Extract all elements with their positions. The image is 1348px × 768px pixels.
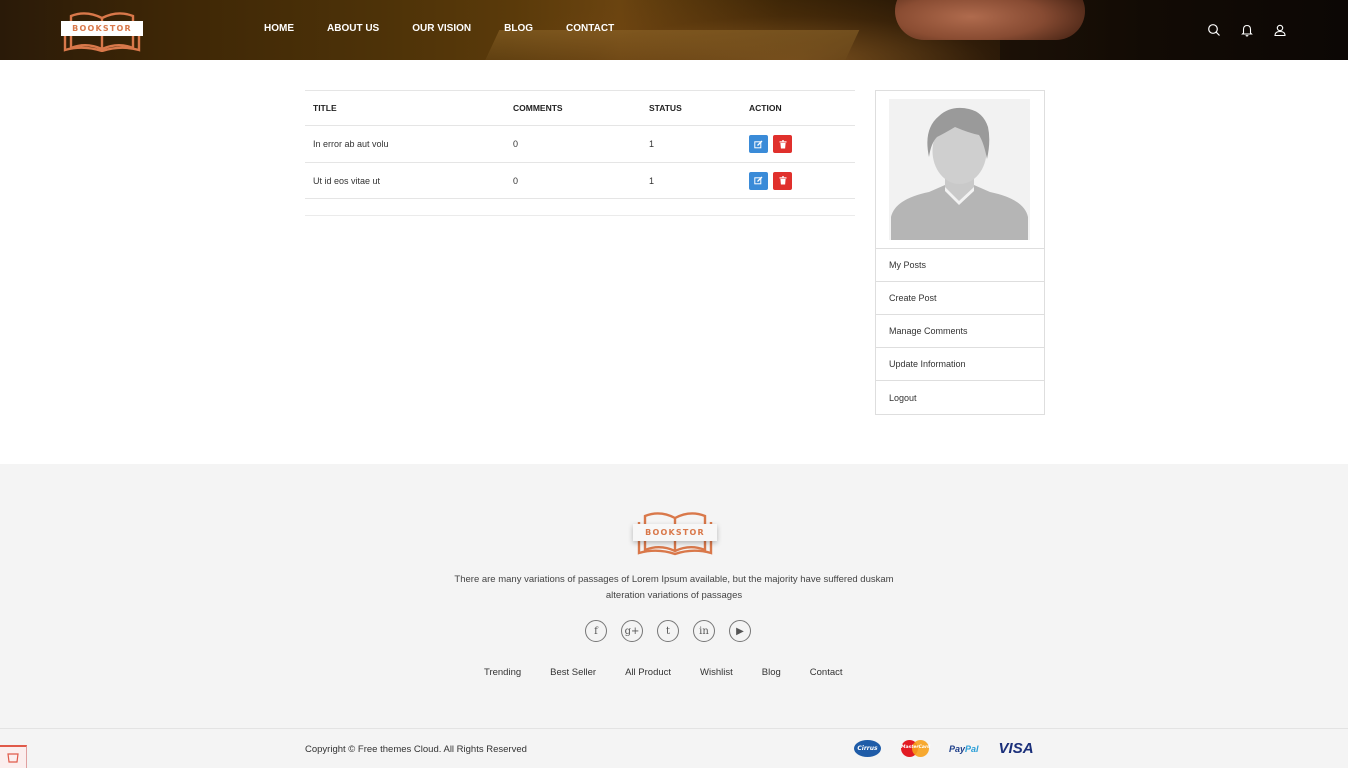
visa-logo: VISA: [998, 740, 1034, 757]
footer-link-all-product[interactable]: All Product: [625, 666, 671, 679]
column-header-status: STATUS: [649, 103, 682, 113]
edit-post-button[interactable]: [749, 135, 768, 153]
post-comments-count: 0: [513, 175, 519, 186]
footer-link-trending[interactable]: Trending: [484, 666, 521, 679]
tumblr-icon[interactable]: t: [657, 620, 679, 642]
nav-home[interactable]: HOME: [264, 22, 294, 36]
nav-blog[interactable]: BLOG: [504, 22, 533, 36]
footer-logo-text: BOOKSTOR: [633, 524, 717, 541]
edit-icon: [754, 140, 763, 148]
nav-about-us[interactable]: ABOUT US: [327, 22, 379, 36]
footer-link-best-seller[interactable]: Best Seller: [550, 666, 596, 679]
delete-post-button[interactable]: [773, 171, 792, 190]
trash-icon: [779, 176, 786, 185]
post-title: In error ab aut volu: [313, 139, 389, 149]
edit-icon: [754, 176, 763, 185]
main-nav: HOME ABOUT US OUR VISION BLOG CONTACT: [264, 22, 647, 36]
footer-links: Trending Best Seller All Product Wishlis…: [484, 666, 872, 679]
delete-post-button[interactable]: [773, 135, 792, 153]
column-header-action: ACTION: [749, 103, 782, 113]
avatar-container: [876, 91, 1044, 249]
post-title: Ut id eos vitae ut: [313, 175, 381, 186]
footer-description: There are many variations of passages of…: [454, 574, 894, 601]
footer-link-blog[interactable]: Blog: [762, 666, 781, 679]
copyright-text: Copyright © Free themes Cloud. All Right…: [305, 744, 527, 755]
post-comments-count: 0: [513, 139, 519, 149]
sidebar-item-create-post[interactable]: Create Post: [876, 282, 1044, 315]
trash-icon: [779, 139, 786, 148]
post-status: 1: [649, 139, 655, 149]
table-row: Ut id eos vitae ut 0 1: [305, 162, 855, 199]
social-links: f g+ t in ▶: [585, 620, 765, 642]
bell-icon[interactable]: [1240, 22, 1256, 38]
avatar: [889, 99, 1030, 240]
paypal-logo: PayPal: [949, 743, 979, 754]
sidebar-item-logout[interactable]: Logout: [876, 381, 1044, 414]
payment-methods: Cirrus MasterCard PayPal VISA: [854, 740, 1034, 757]
cirrus-logo: Cirrus: [854, 740, 881, 757]
table-header-row: TITLE COMMENTS STATUS ACTION: [305, 90, 855, 125]
search-icon[interactable]: [1207, 22, 1223, 38]
mastercard-logo: MasterCard: [901, 740, 931, 757]
posts-table: TITLE COMMENTS STATUS ACTION In error ab…: [305, 90, 855, 199]
post-actions: [742, 171, 855, 190]
google-plus-icon[interactable]: g+: [621, 620, 643, 642]
sidebar-item-update-information[interactable]: Update Information: [876, 348, 1044, 381]
column-header-title: TITLE: [313, 103, 337, 113]
account-sidebar: My Posts Create Post Manage Comments Upd…: [875, 90, 1045, 415]
table-row: In error ab aut volu 0 1: [305, 125, 855, 162]
mastercard-text: MasterCard: [901, 745, 931, 750]
user-icon[interactable]: [1273, 22, 1289, 38]
footer-link-wishlist[interactable]: Wishlist: [700, 666, 733, 679]
site-footer: BOOKSTOR There are many variations of pa…: [0, 464, 1348, 768]
nav-contact[interactable]: CONTACT: [566, 22, 614, 36]
sidebar-item-manage-comments[interactable]: Manage Comments: [876, 315, 1044, 348]
footer-logo[interactable]: BOOKSTOR: [633, 508, 717, 556]
facebook-icon[interactable]: f: [585, 620, 607, 642]
widget-icon: [7, 753, 19, 763]
footer-link-contact[interactable]: Contact: [810, 666, 843, 679]
post-actions: [742, 135, 855, 153]
site-header: BOOKSTOR HOME ABOUT US OUR VISION BLOG C…: [0, 0, 1348, 60]
site-logo[interactable]: BOOKSTOR: [61, 8, 143, 52]
edit-post-button[interactable]: [749, 171, 768, 190]
corner-widget-tab[interactable]: [0, 745, 27, 768]
linkedin-icon[interactable]: in: [693, 620, 715, 642]
footer-bottom-bar: Copyright © Free themes Cloud. All Right…: [0, 728, 1348, 768]
header-actions: [1207, 22, 1306, 38]
post-status: 1: [649, 175, 655, 186]
youtube-icon[interactable]: ▶: [729, 620, 751, 642]
table-divider: [305, 215, 855, 216]
header-background-hand: [895, 0, 1085, 40]
user-avatar-icon: [891, 107, 1028, 240]
logo-text: BOOKSTOR: [61, 21, 143, 36]
sidebar-item-my-posts[interactable]: My Posts: [876, 249, 1044, 282]
column-header-comments: COMMENTS: [513, 103, 563, 113]
nav-our-vision[interactable]: OUR VISION: [412, 22, 471, 36]
